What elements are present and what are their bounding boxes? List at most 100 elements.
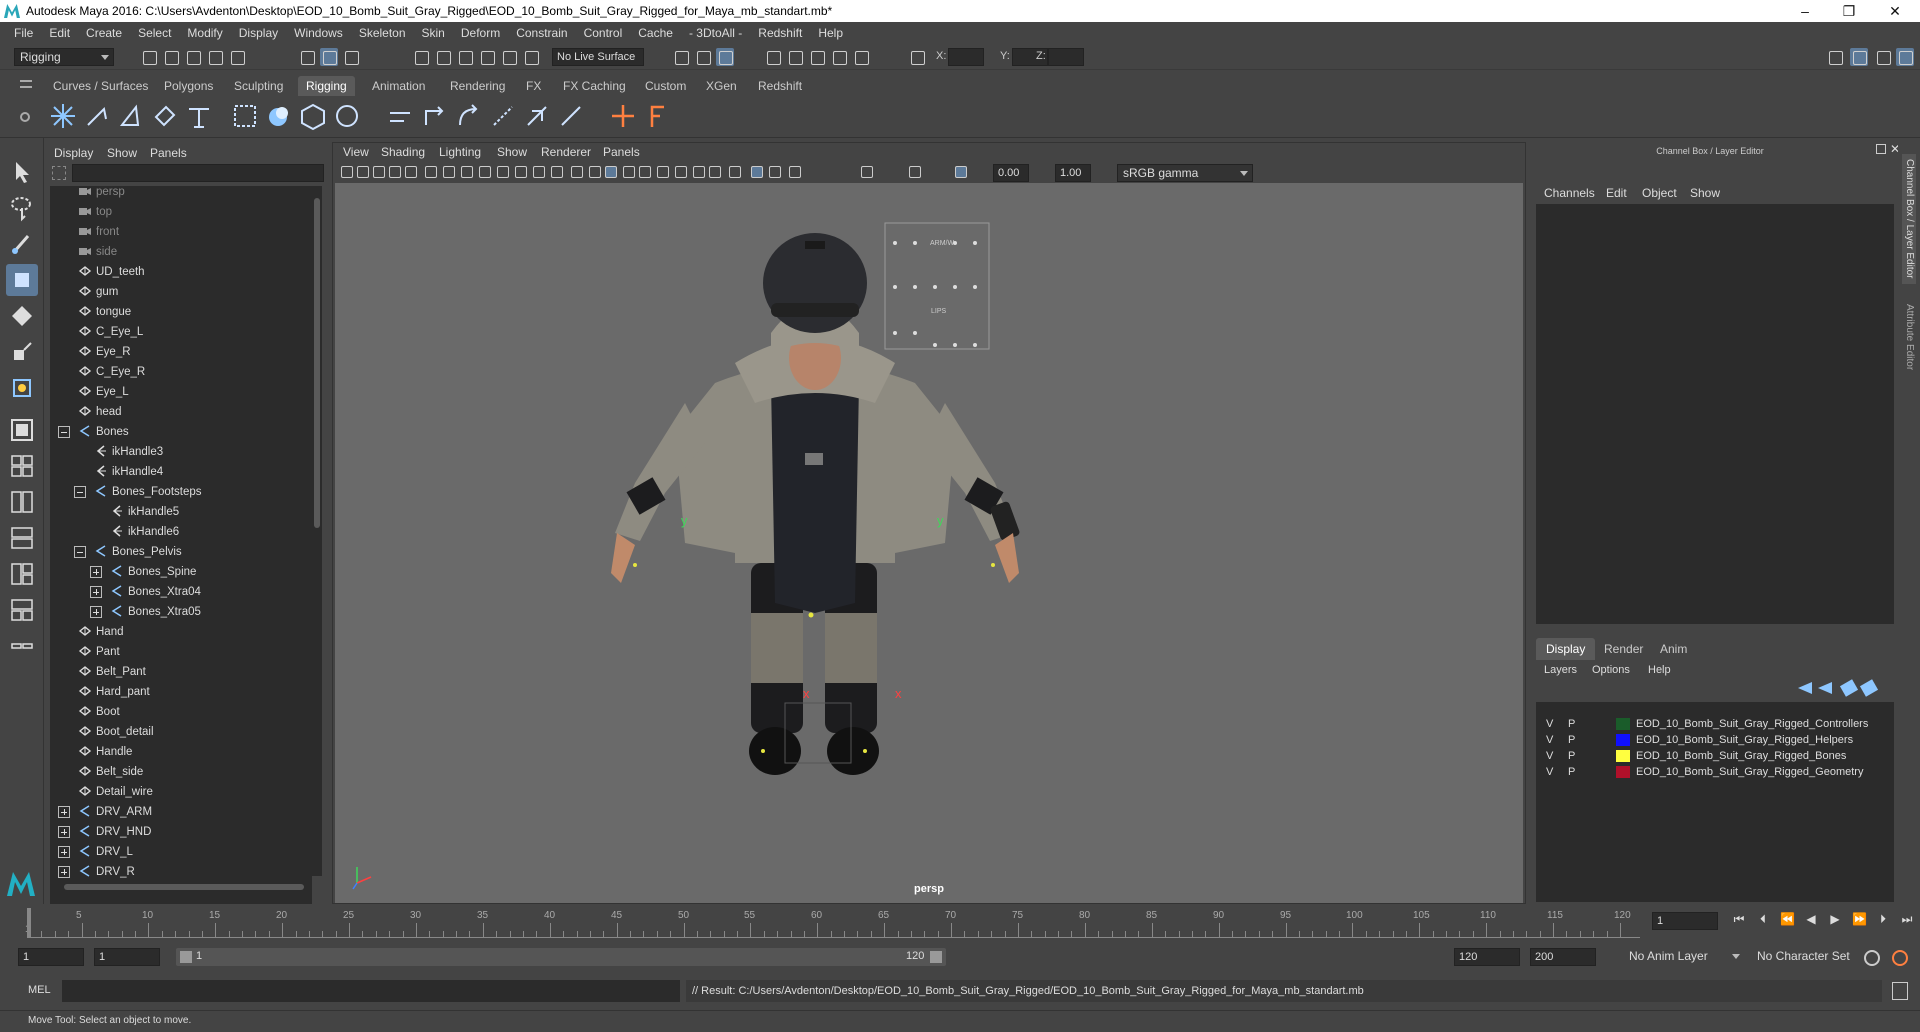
menuset-dropdown[interactable]: Rigging — [14, 48, 114, 66]
script-editor-layout-icon[interactable] — [6, 594, 38, 626]
menu-modify[interactable]: Modify — [179, 26, 230, 40]
layer-list[interactable]: V P EOD_10_Bomb_Suit_Gray_Rigged_Controlle… — [1536, 702, 1894, 902]
outliner-search-input[interactable] — [72, 164, 324, 182]
new-scene-icon[interactable] — [140, 48, 158, 66]
snap-magnet-icon[interactable] — [522, 48, 540, 66]
outliner-item[interactable]: Bones_Xtra04 — [110, 582, 201, 602]
universal-manipulator-icon[interactable] — [6, 372, 38, 404]
outliner-item[interactable]: Eye_R — [78, 342, 131, 362]
single-pane-layout-icon[interactable] — [6, 414, 38, 446]
textured-icon[interactable] — [605, 166, 617, 178]
camera-select-icon[interactable] — [341, 166, 353, 178]
outliner-item[interactable]: UD_teeth — [78, 262, 145, 282]
shelf-tab-polygons[interactable]: Polygons — [156, 76, 221, 96]
smooth-shade-icon[interactable] — [571, 166, 583, 178]
x-coord-field[interactable] — [948, 48, 984, 66]
layer-color-swatch[interactable] — [1616, 734, 1630, 746]
parent-constraint-icon[interactable] — [420, 101, 450, 131]
shelf-tab-custom[interactable]: Custom — [637, 76, 694, 96]
outliner-item[interactable]: DRV_ARM — [78, 802, 152, 822]
select-hierarchy-icon[interactable] — [298, 48, 316, 66]
current-frame-field[interactable]: 1 — [1652, 912, 1718, 930]
default-material-icon[interactable] — [589, 166, 601, 178]
outliner-expand-toggle[interactable] — [74, 546, 86, 558]
rotate-tool-icon[interactable] — [6, 300, 38, 332]
tool-settings-toggle-icon[interactable] — [1874, 48, 1892, 66]
shelf-menu-icon[interactable] — [20, 80, 32, 88]
outliner-expand-toggle[interactable] — [90, 606, 102, 618]
render-sequence-icon[interactable] — [808, 48, 826, 66]
outliner-item[interactable]: gum — [78, 282, 118, 302]
shelf-tab-curves-surfaces[interactable]: Curves / Surfaces — [45, 76, 156, 96]
layers-menu-help[interactable]: Help — [1648, 664, 1671, 676]
outliner-item[interactable]: tongue — [78, 302, 131, 322]
paint-select-icon[interactable] — [6, 228, 38, 260]
move-layer-down-icon[interactable] — [1818, 682, 1832, 694]
field-chart-icon[interactable] — [497, 166, 509, 178]
step-back-key-icon[interactable]: ⏪ — [1780, 912, 1795, 926]
shelf-tab-redshift[interactable]: Redshift — [750, 76, 810, 96]
color-management-icon[interactable] — [955, 166, 967, 178]
outliner-item[interactable]: ikHandle3 — [94, 442, 163, 462]
shadows-icon[interactable] — [639, 166, 651, 178]
outliner-item[interactable]: DRV_L — [78, 842, 133, 862]
scale-constraint-icon[interactable] — [522, 101, 552, 131]
outliner-item[interactable]: Bones_Spine — [110, 562, 196, 582]
snap-curve-icon[interactable] — [434, 48, 452, 66]
outliner-item[interactable]: Handle — [78, 742, 132, 762]
gate-mask-icon[interactable] — [479, 166, 491, 178]
shelf-tab-rendering[interactable]: Rendering — [442, 76, 513, 96]
outliner-item[interactable]: Belt_side — [78, 762, 143, 782]
outliner-expand-toggle[interactable] — [58, 826, 70, 838]
orient-joint-icon[interactable] — [386, 101, 416, 131]
layer-row[interactable]: V P EOD_10_Bomb_Suit_Gray_Rigged_Geometry — [1536, 762, 1894, 782]
outliner-item[interactable]: DRV_HND — [78, 822, 151, 842]
outliner-menu-panels[interactable]: Panels — [150, 146, 187, 160]
paint-weights-icon[interactable] — [264, 101, 294, 131]
outliner-item[interactable]: head — [78, 402, 122, 422]
redshift-icon[interactable] — [852, 48, 870, 66]
animation-end-field[interactable]: 200 — [1530, 948, 1596, 966]
outliner-item[interactable]: Belt_Pant — [78, 662, 146, 682]
modeling-toolkit-icon[interactable] — [1826, 48, 1844, 66]
outliner-expand-toggle[interactable] — [90, 586, 102, 598]
custom-layout-icon[interactable] — [6, 630, 38, 662]
new-layer-selected-icon[interactable] — [1859, 679, 1879, 697]
viewport-menu-shading[interactable]: Shading — [381, 145, 425, 159]
layer-tab-render[interactable]: Render — [1594, 638, 1653, 660]
menu-file[interactable]: File — [6, 26, 41, 40]
viewport-menu-panels[interactable]: Panels — [603, 145, 640, 159]
menu-deform[interactable]: Deform — [453, 26, 508, 40]
layer-color-swatch[interactable] — [1616, 766, 1630, 778]
resolution-gate-icon[interactable] — [461, 166, 473, 178]
outliner-item[interactable]: ikHandle4 — [94, 462, 163, 482]
select-object-icon[interactable] — [320, 48, 338, 66]
outliner-item[interactable]: Hand — [78, 622, 124, 642]
go-to-start-icon[interactable]: ⏮ — [1732, 912, 1746, 926]
outliner-item[interactable]: front — [78, 222, 119, 242]
select-tool-icon[interactable] — [6, 156, 38, 188]
bind-skin-icon[interactable] — [150, 101, 180, 131]
outliner-item[interactable]: Bones — [78, 422, 129, 442]
render-settings-icon[interactable] — [716, 48, 734, 66]
channel-box-toggle-icon[interactable] — [1896, 48, 1914, 66]
maximize-button[interactable]: ❐ — [1826, 0, 1872, 22]
camera-attr-icon[interactable] — [357, 166, 369, 178]
outliner-item[interactable]: Bones_Xtra05 — [110, 602, 201, 622]
xray-icon[interactable] — [751, 166, 763, 178]
joint-tool-icon[interactable] — [48, 101, 78, 131]
current-time-marker[interactable] — [27, 908, 31, 938]
layer-name[interactable]: EOD_10_Bomb_Suit_Gray_Rigged_Geometry — [1636, 762, 1863, 782]
range-slider[interactable]: 1 120 — [176, 948, 946, 966]
viewport-menu-view[interactable]: View — [343, 145, 369, 159]
color-space-dropdown[interactable]: sRGB gamma — [1117, 164, 1253, 182]
orient-constraint-icon[interactable] — [488, 101, 518, 131]
layer-tab-anim[interactable]: Anim — [1650, 638, 1697, 660]
menu-windows[interactable]: Windows — [286, 26, 351, 40]
3d-view-persp[interactable]: ARM/W LIPS y y x x persp — [335, 183, 1523, 903]
xray-components-icon[interactable] — [789, 166, 801, 178]
gamma-field[interactable]: 1.00 — [1055, 164, 1091, 182]
ik-spline-icon[interactable] — [116, 101, 146, 131]
mel-label[interactable]: MEL — [28, 984, 51, 996]
menu-3dtoall[interactable]: - 3DtoAll - — [681, 26, 750, 40]
